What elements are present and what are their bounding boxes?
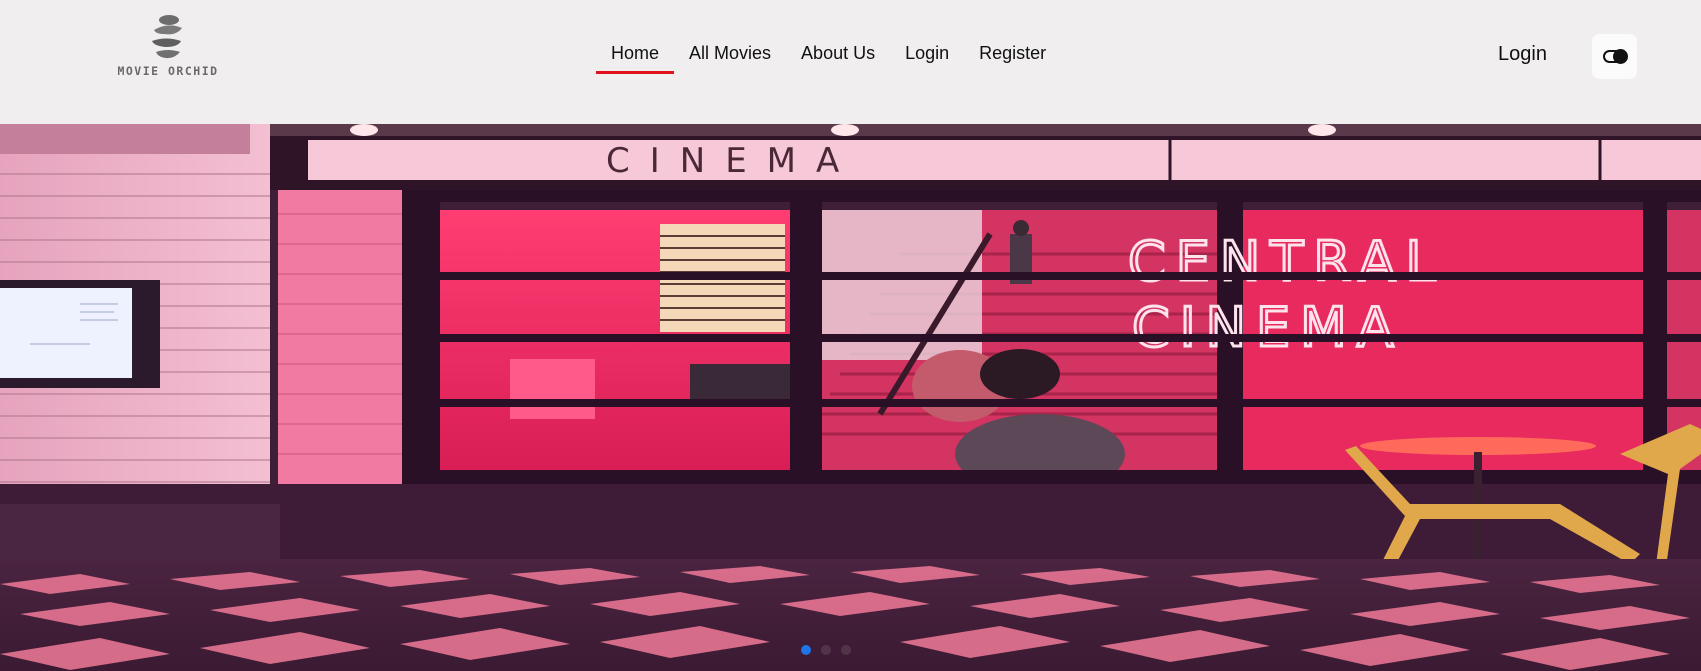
site-header: MOVIE ORCHID Home All Movies About Us Lo… [0,0,1701,124]
hero-cinema-image: CINEMA CENTRAL CINEMA [0,124,1701,671]
main-nav: Home All Movies About Us Login Register [596,40,1061,80]
neon-sign-line-2: CINEMA [1132,296,1404,359]
nav-item-home[interactable]: Home [596,40,675,74]
marquee-sign-text: CINEMA [606,141,859,181]
brand-name: MOVIE ORCHID [117,64,219,78]
carousel-indicators-bar [801,645,851,655]
toggle-knob [1612,49,1628,64]
hero-carousel[interactable]: CINEMA CENTRAL CINEMA [0,124,1701,671]
carousel-dot-3[interactable] [841,645,851,655]
nav-item-all-movies[interactable]: All Movies [674,40,786,74]
toggle-switch-icon [1602,49,1628,64]
theme-toggle-button[interactable] [1592,34,1637,79]
brand-logo[interactable]: MOVIE ORCHID [116,14,220,86]
nav-item-about-us[interactable]: About Us [786,40,890,74]
nav-item-login[interactable]: Login [890,40,964,74]
carousel-dot-2[interactable] [821,645,831,655]
header-login-button[interactable]: Login [1498,43,1547,66]
carousel-dot-1[interactable] [801,645,811,655]
nav-item-register[interactable]: Register [964,40,1061,74]
neon-sign-line-1: CENTRAL [1128,230,1446,293]
orchid-stone-stack-icon [152,15,182,59]
